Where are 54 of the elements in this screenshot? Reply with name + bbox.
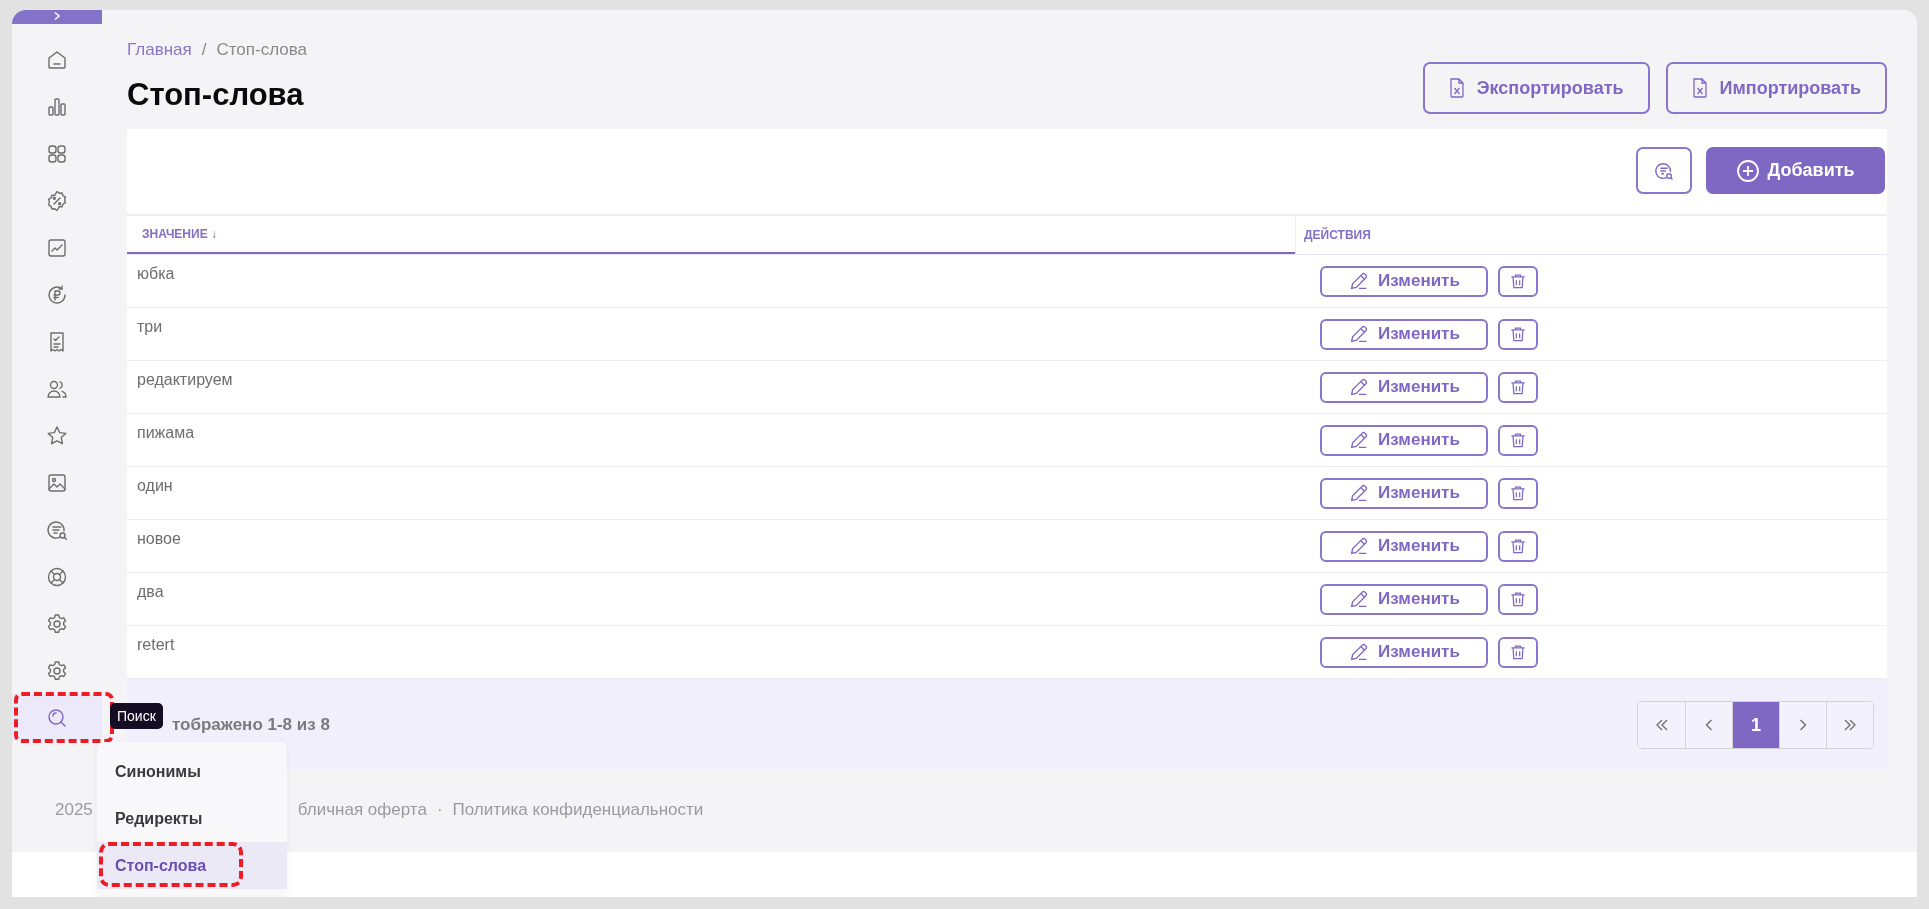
- settings-icon: [45, 658, 69, 683]
- sidebar-item[interactable]: [12, 694, 102, 741]
- delete-button[interactable]: [1498, 530, 1538, 562]
- delete-button[interactable]: [1498, 424, 1538, 456]
- delete-button[interactable]: [1498, 371, 1538, 403]
- edit-button[interactable]: Изменить: [1320, 371, 1488, 403]
- table-cell: новое: [137, 530, 181, 548]
- edit-button[interactable]: Изменить: [1320, 424, 1488, 456]
- edit-button[interactable]: Изменить: [1320, 530, 1488, 562]
- plus-circle-icon: [1736, 158, 1761, 183]
- excel-file-icon: [1448, 78, 1465, 98]
- delete-button[interactable]: [1498, 636, 1538, 668]
- percent-badge-icon: [45, 188, 69, 213]
- delete-button[interactable]: [1498, 583, 1538, 615]
- last-page-button[interactable]: [1826, 702, 1873, 748]
- export-button[interactable]: Экспортировать: [1422, 62, 1650, 114]
- breadcrumb-separator: /: [201, 40, 207, 60]
- submenu-item[interactable]: Стоп-слова: [97, 842, 287, 889]
- footer-link[interactable]: бличная оферта: [297, 800, 427, 820]
- page-button[interactable]: 1: [1732, 702, 1779, 748]
- copyright-text: 2025: [55, 800, 93, 820]
- submenu-item[interactable]: Синонимы: [97, 748, 287, 795]
- breadcrumb-current: Стоп-слова: [216, 40, 307, 60]
- table-cell: два: [137, 583, 164, 601]
- delete-button[interactable]: [1498, 477, 1538, 509]
- edit-button[interactable]: Изменить: [1320, 477, 1488, 509]
- delete-button[interactable]: [1498, 318, 1538, 350]
- table-cell: юбка: [137, 265, 175, 283]
- tooltip: Поиск: [110, 703, 163, 729]
- table-cell: один: [137, 477, 173, 495]
- table-cell: retert: [137, 636, 175, 654]
- sidebar-toggle[interactable]: [12, 10, 102, 24]
- edit-button[interactable]: Изменить: [1320, 636, 1488, 668]
- breadcrumb-link[interactable]: Главная: [127, 40, 192, 60]
- submenu-item[interactable]: Редиректы: [97, 795, 287, 842]
- footer-separator: ·: [436, 800, 443, 820]
- edit-button[interactable]: Изменить: [1320, 318, 1488, 350]
- column-header[interactable]: ЗНАЧЕНИЕ ↓: [127, 216, 1295, 254]
- search-button[interactable]: [1636, 147, 1692, 194]
- table-cell: редактируем: [137, 371, 233, 389]
- footer-link[interactable]: Политика конфиденциальности: [452, 800, 704, 820]
- page-title: Стоп-слова: [127, 77, 304, 113]
- delete-button[interactable]: [1498, 265, 1538, 297]
- edit-button[interactable]: Изменить: [1320, 265, 1488, 297]
- table-cell: три: [137, 318, 163, 336]
- chevron-right-icon: [52, 11, 62, 21]
- edit-button[interactable]: Изменить: [1320, 583, 1488, 615]
- column-header: ДЕЙСТВИЯ: [1295, 216, 1371, 254]
- ruble-icon: [45, 282, 69, 307]
- import-button[interactable]: Импортировать: [1665, 62, 1887, 114]
- excel-file-icon: [1691, 78, 1708, 98]
- table-cell: пижама: [137, 424, 195, 442]
- settings-icon: [45, 611, 69, 636]
- add-button[interactable]: Добавить: [1706, 147, 1885, 194]
